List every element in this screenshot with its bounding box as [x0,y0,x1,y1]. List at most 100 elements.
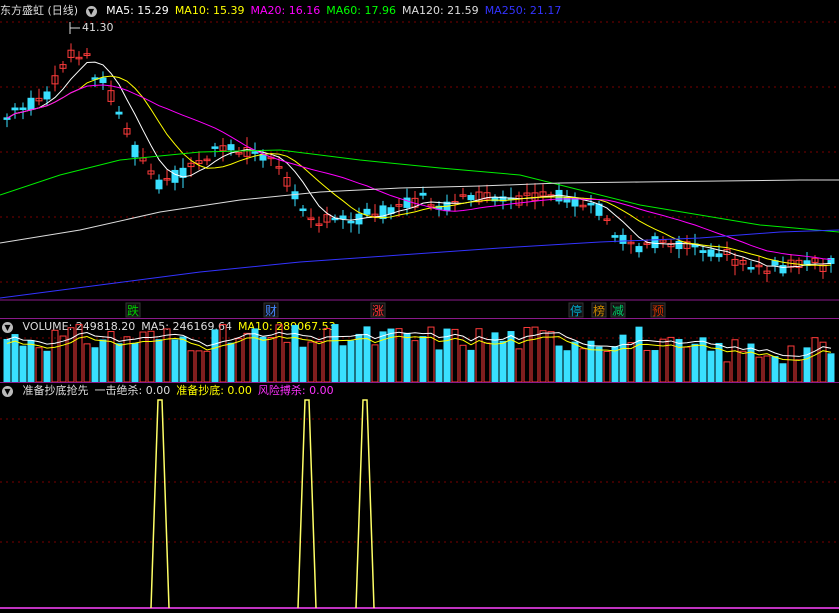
event-tag-0: 跌 [127,303,139,318]
candle-body [403,197,411,208]
event-tag-5: 减 [612,304,624,318]
volume-bar [371,344,379,382]
volume-bar [563,350,571,382]
volume-bar [171,339,179,382]
ma5-line [6,61,832,269]
volume-bar [571,341,579,382]
signal-spike-1 [297,399,317,609]
candle-body [251,151,259,154]
volume-bar [211,329,219,382]
candlestick-chart[interactable]: 41.30 跌 财 涨 停榜减 预 [0,0,839,318]
volume-bar [419,336,427,382]
signal-spike-2 [355,399,375,609]
volume-bar [283,341,291,382]
volume-bar [643,349,651,382]
candle-body [675,240,683,250]
candle-body [779,265,787,274]
signal-spike-0 [150,399,170,609]
volume-bar [595,346,603,382]
indicator-chart[interactable] [0,382,839,613]
candle-body [635,246,643,253]
volume-bar [99,339,107,382]
volume-chart[interactable] [0,318,839,382]
candle-body [115,111,123,115]
volume-bar [83,343,91,382]
volume-bar [163,328,171,382]
price-panel[interactable]: 东方盛虹 (日线) ▼ MA5: 15.29 MA10: 15.39 MA20: 1… [0,0,839,318]
volume-bar [619,334,627,382]
volume-bar [467,349,475,382]
volume-bar [43,350,51,382]
volume-bar [547,331,555,382]
candle-body [699,250,707,253]
volume-bar [331,324,339,382]
volume-bar [355,333,363,382]
volume-bar [699,337,707,382]
volume-bar [187,350,195,382]
candle-body [619,234,627,244]
candle-body [587,202,595,206]
volume-bar [515,348,523,382]
candle-body [171,169,179,183]
volume-bar [67,327,75,382]
candle-body [227,144,235,151]
candle-body [291,191,299,200]
candle-body [339,215,347,220]
high-price-label: 41.30 [82,21,114,34]
candle-body [747,267,755,270]
volume-bar [91,347,99,382]
volume-bar [707,350,715,382]
volume-bar [459,344,467,382]
volume-bar [811,337,819,382]
volume-bar [827,353,835,382]
volume-bar [747,343,755,382]
candle-body [363,208,371,215]
volume-bar [731,339,739,382]
volume-bar [251,328,259,382]
volume-bar [555,345,563,382]
volume-bar [203,350,211,382]
ma250-line [0,229,839,299]
candle-body [27,97,35,111]
candle-body [99,77,107,84]
candle-body [131,144,139,158]
volume-bar [339,345,347,382]
indicator-panel[interactable]: ▼ 准备抄底抢先 一击绝杀: 0.00 准备抄底: 0.00 风险搏杀: 0.00 [0,382,839,613]
volume-bar [755,356,763,382]
candle-body [611,235,619,238]
volume-bar [795,359,803,382]
volume-bar [115,343,123,382]
volume-bar [483,342,491,382]
volume-bar [603,351,611,382]
ma20-line [6,84,832,261]
volume-bar [307,341,315,382]
volume-bar [771,356,779,382]
volume-bar [451,328,459,382]
volume-bar [739,350,747,382]
event-tag-4: 榜 [593,303,605,318]
candle-body [467,195,475,201]
volume-bar [403,332,411,382]
volume-bar [235,338,243,382]
volume-bar [587,340,595,382]
volume-bar [315,340,323,382]
volume-bar [35,347,43,382]
volume-bar [131,342,139,382]
volume-bar [667,336,675,382]
event-tag-3: 停 [570,303,582,318]
event-tag-1: 财 [265,304,277,318]
volume-bar [579,348,587,382]
volume-bar [195,350,203,382]
volume-bar [227,342,235,382]
candle-body [299,208,307,212]
volume-bar [259,336,267,382]
ma120-line [0,179,839,244]
volume-ma5-line [6,331,832,357]
volume-bar [147,330,155,382]
candle-body [347,220,355,224]
volume-bar [675,338,683,382]
volume-panel[interactable]: ▼ VOLUME: 249818.20 MA5: 246169.64 MA10: 2… [0,318,839,382]
volume-bar [243,332,251,382]
candle-body [155,179,163,190]
volume-bar [3,338,11,382]
